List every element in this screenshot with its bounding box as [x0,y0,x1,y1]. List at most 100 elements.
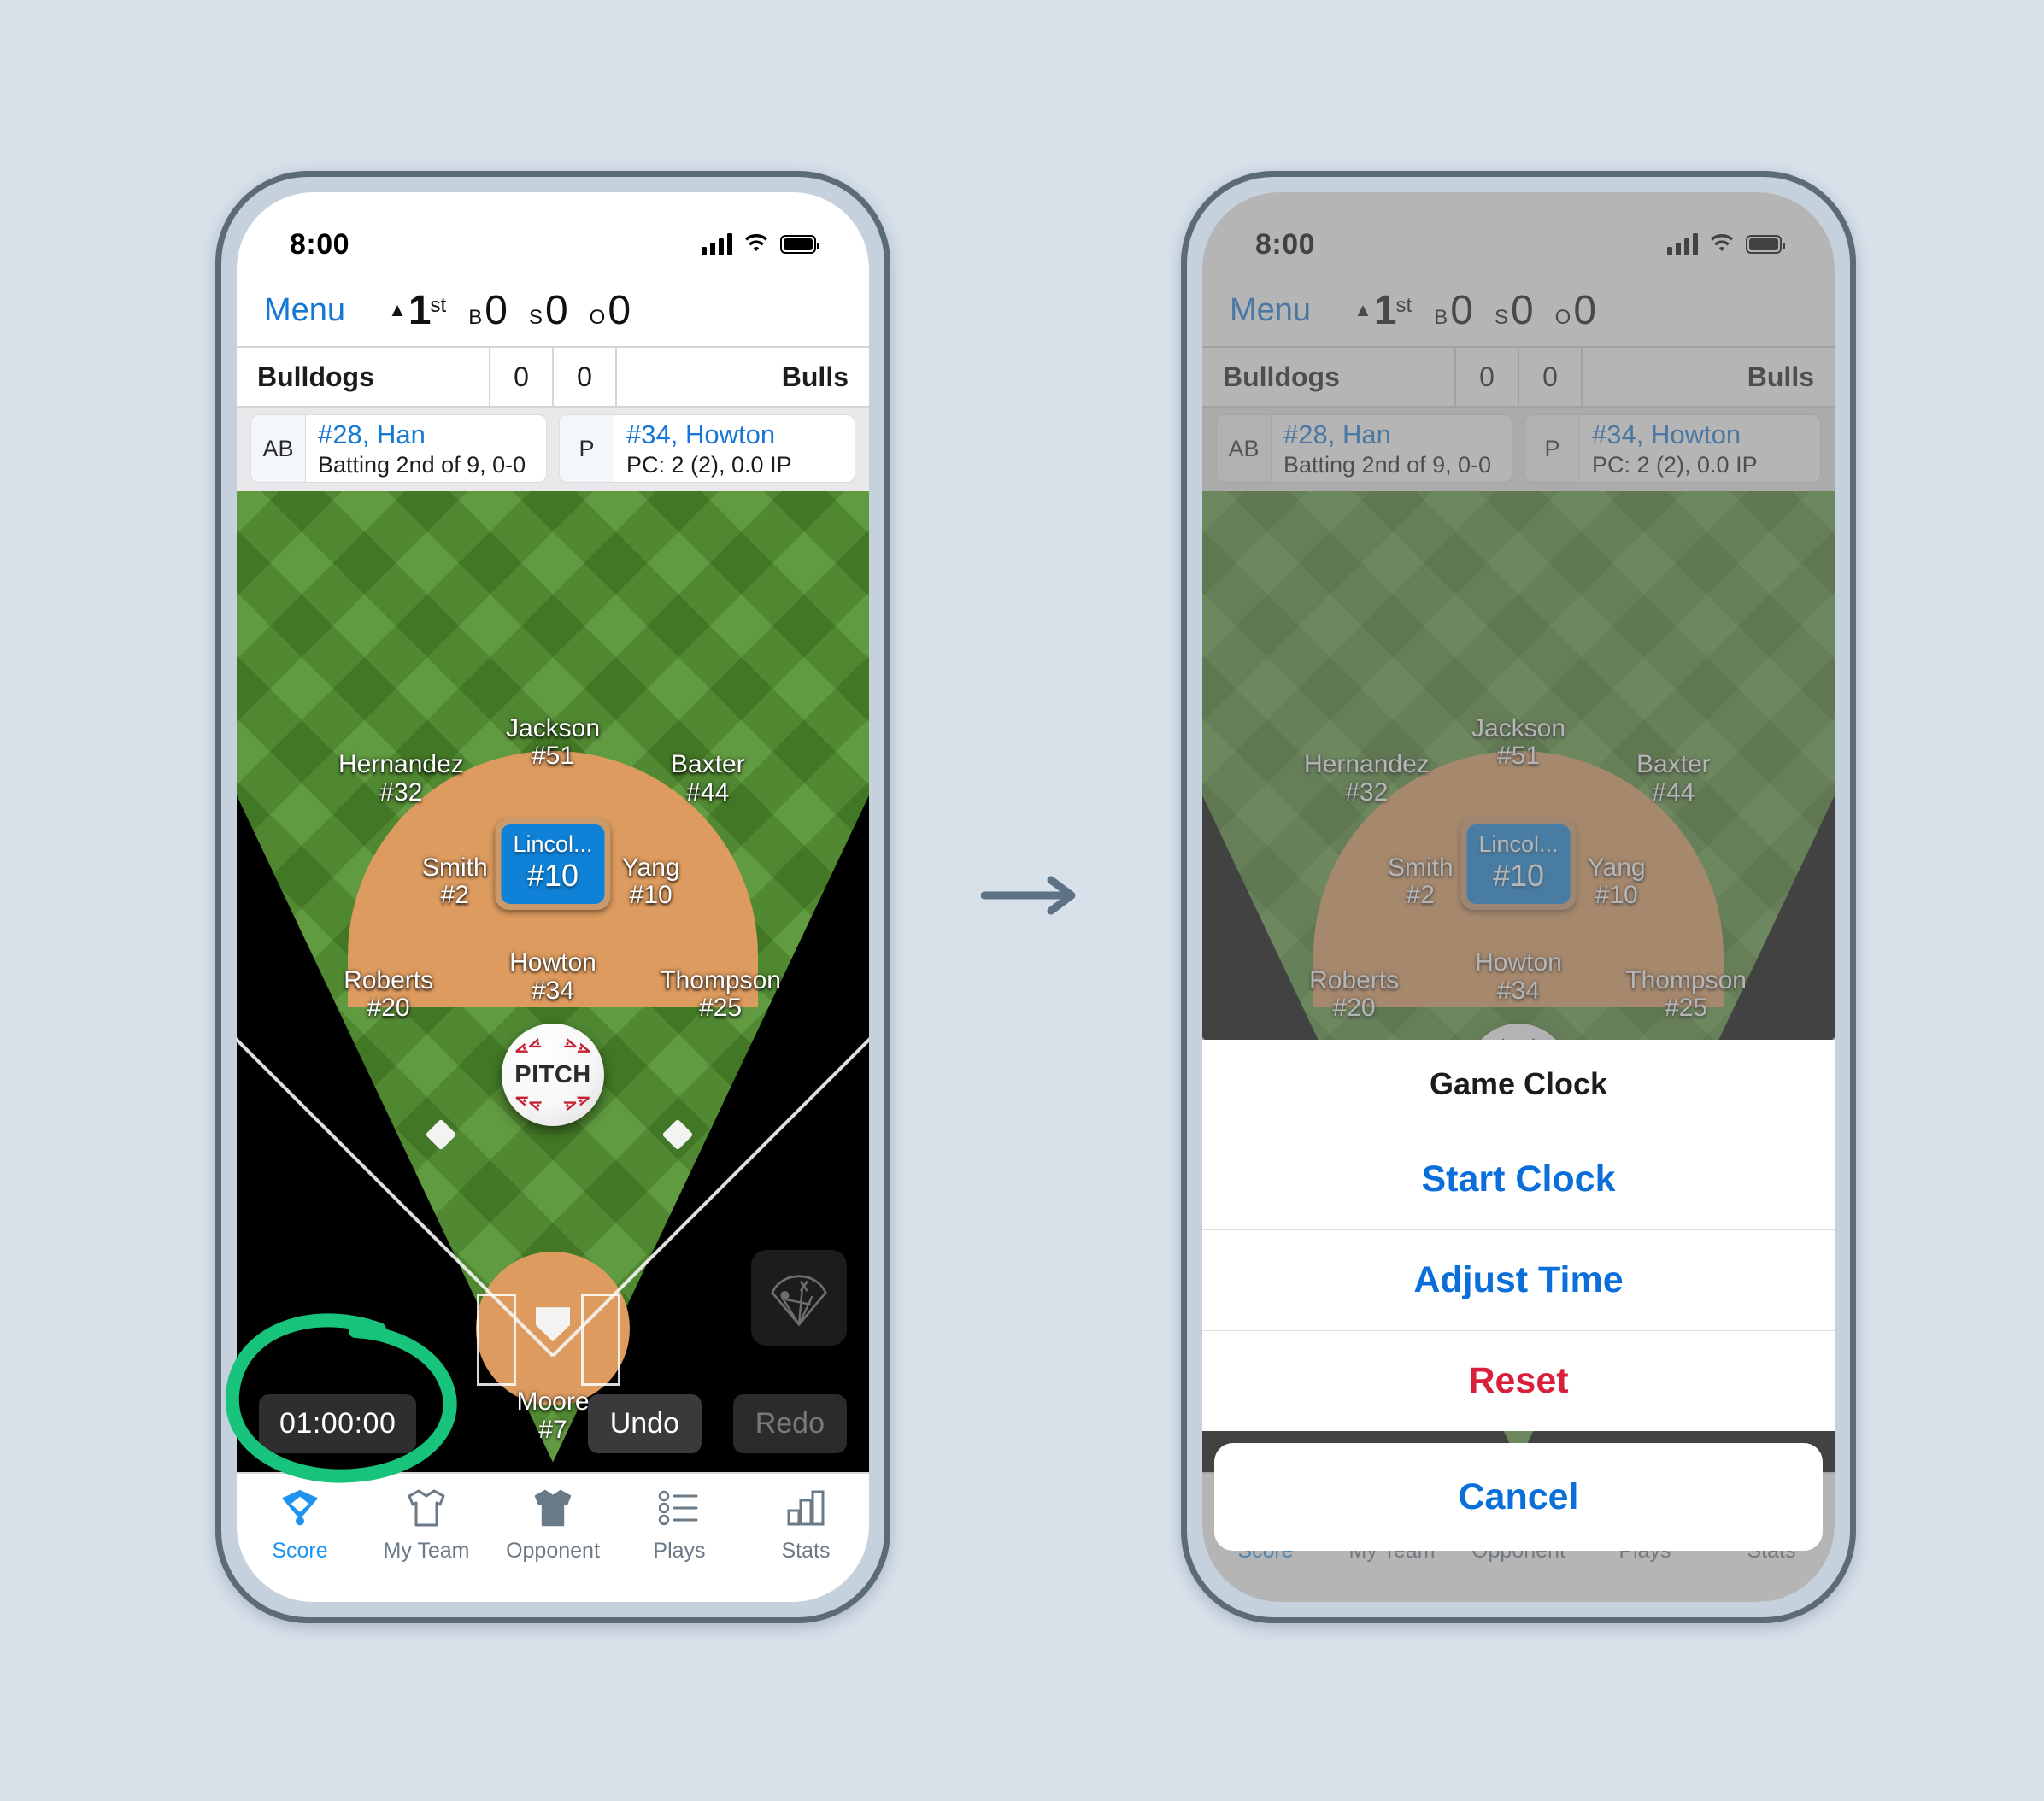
game-clock-button[interactable]: 01:00:00 [259,1394,417,1453]
inning-number: 1 [408,287,432,333]
tab-label: Stats [781,1539,831,1563]
menu-button[interactable]: Menu [264,292,345,329]
spray-chart-button[interactable] [751,1250,847,1346]
tab-label: Plays [653,1539,706,1563]
field-view[interactable]: Hernandez #32 Jackson #51 Baxter #44 Smi… [237,491,869,1472]
tab-label: My Team [383,1539,470,1563]
pitcher-name: #34, Howton [626,419,776,449]
player-label-roberts[interactable]: Roberts #20 [344,965,434,1023]
jersey-filled-icon [531,1486,575,1530]
tab-label: Score [272,1539,328,1563]
bullet-list-icon [657,1486,702,1530]
away-team-name: Bulldogs [257,361,374,392]
bar-chart-icon [784,1486,828,1530]
player-label-moore[interactable]: Moore #7 [516,1388,589,1444]
batter-card[interactable]: AB #28, Han Batting 2nd of 9, 0-0 [250,414,547,483]
player-label-yang[interactable]: Yang #10 [622,854,680,910]
player-name: Thompson [660,965,781,994]
sheet-bottom-spacer [1202,1551,1835,1602]
action-label: Cancel [1458,1475,1579,1517]
status-icons [702,233,819,255]
player-number: #32 [379,777,423,807]
tab-score[interactable]: Score [237,1486,363,1602]
runner-badge-second-base[interactable]: Lincol... #10 [495,818,611,910]
phone-before: 8:00 Menu ▲ 1 st B 0 S 0 O 0 Bulldogs 0 … [215,171,890,1623]
tab-my-team[interactable]: My Team [363,1486,490,1602]
player-name: Roberts [344,965,434,994]
player-label-hernandez[interactable]: Hernandez #32 [338,751,464,807]
action-sheet-options: Game Clock Start Clock Adjust Time Reset [1202,1040,1835,1431]
action-label: Reset [1468,1360,1569,1401]
battery-full-icon [780,235,819,254]
seam-icon: ⋗⋗ [561,1034,595,1062]
phone-screen-before: 8:00 Menu ▲ 1 st B 0 S 0 O 0 Bulldogs 0 … [237,192,869,1602]
strikes-value: 0 [544,287,568,333]
strikes-count[interactable]: S 0 [529,287,568,334]
player-name: Hernandez [338,750,464,779]
player-number: #2 [440,881,469,910]
player-label-smith[interactable]: Smith #2 [422,854,488,910]
player-number: #10 [629,881,673,910]
count-group: ▲ 1 st B 0 S 0 O 0 [388,287,631,334]
seam-icon: ⋖⋖ [511,1088,545,1117]
player-number: #7 [538,1415,567,1444]
batter-detail: Batting 2nd of 9, 0-0 [318,451,526,478]
outs-label: O [589,305,606,329]
balls-value: 0 [485,287,508,333]
nav-bar: Menu ▲ 1 st B 0 S 0 [237,274,869,346]
seam-icon: ⋖⋖ [511,1034,545,1062]
player-label-howton[interactable]: Howton #34 [509,948,596,1005]
redo-button: Redo [732,1394,847,1453]
inning-arrow-icon: ▲ [388,298,407,320]
player-label-baxter[interactable]: Baxter #44 [671,751,745,807]
diamond-field-icon [278,1486,322,1530]
action-cancel[interactable]: Cancel [1214,1443,1823,1551]
pitcher-tag: P [560,415,614,482]
player-number: #20 [367,994,410,1023]
player-name: Moore [516,1387,590,1417]
action-sheet: Game Clock Start Clock Adjust Time Reset… [1202,1040,1835,1602]
tab-stats[interactable]: Stats [743,1486,869,1602]
jersey-outline-icon [404,1486,449,1530]
action-adjust-time[interactable]: Adjust Time [1202,1229,1835,1330]
outs-count[interactable]: O 0 [589,287,631,334]
action-start-clock[interactable]: Start Clock [1202,1129,1835,1229]
screenshot-canvas: 8:00 Menu ▲ 1 st B 0 S 0 O 0 Bulldogs 0 … [0,0,2044,1801]
pitcher-card[interactable]: P #34, Howton PC: 2 (2), 0.0 IP [559,414,855,483]
action-label: Adjust Time [1413,1259,1624,1300]
tab-plays[interactable]: Plays [616,1486,743,1602]
batter-info: #28, Han Batting 2nd of 9, 0-0 [306,415,546,482]
runner-team: Lincol... [513,831,593,858]
balls-count[interactable]: B 0 [468,287,508,334]
pitch-button[interactable]: ⋖⋖ ⋗⋗ ⋖⋖ ⋗⋗ PITCH [502,1024,604,1127]
pitch-button-label: PITCH [514,1060,591,1088]
player-name: Jackson [505,713,601,742]
flow-arrow [981,876,1076,915]
undo-button[interactable]: Undo [587,1394,702,1453]
spray-chart-icon [771,1275,827,1327]
tab-opponent[interactable]: Opponent [490,1486,616,1602]
runner-number: #10 [526,858,579,894]
pitcher-info: #34, Howton PC: 2 (2), 0.0 IP [614,415,855,482]
outs-value: 0 [608,287,631,333]
wifi-icon [745,234,767,252]
phone-after: 8:00 Menu ▲ 1 st [1181,171,1856,1623]
tab-label: Opponent [506,1539,600,1563]
scoreboard[interactable]: Bulldogs 0 0 Bulls [237,346,869,408]
home-team-name: Bulls [615,348,869,406]
balls-label: B [468,305,483,329]
inning-indicator[interactable]: ▲ 1 st [388,287,446,334]
status-time: 8:00 [290,227,350,261]
home-team-score: 0 [552,348,615,406]
batter-box-left [477,1294,517,1387]
inning-ordinal: st [430,293,447,317]
pitcher-detail: PC: 2 (2), 0.0 IP [626,451,792,478]
status-bar: 8:00 [237,192,869,274]
action-sheet-title: Game Clock [1429,1066,1608,1101]
batter-tag: AB [251,415,306,482]
action-reset[interactable]: Reset [1202,1330,1835,1431]
batter-name: #28, Han [318,419,426,449]
phone-screen-after: 8:00 Menu ▲ 1 st [1202,192,1835,1602]
player-label-thompson[interactable]: Thompson #25 [660,965,781,1023]
player-label-jackson[interactable]: Jackson #51 [505,713,601,771]
